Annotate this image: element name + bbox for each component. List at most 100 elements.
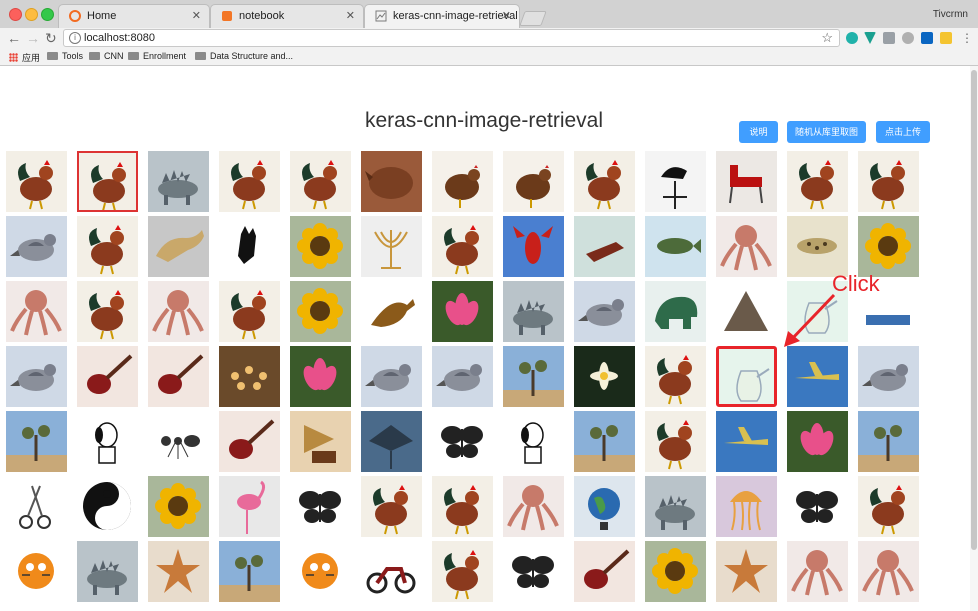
thumbnail-joshua-tree[interactable] bbox=[503, 346, 564, 407]
forward-arrow-icon[interactable]: → bbox=[26, 30, 40, 46]
thumbnail-stapler[interactable] bbox=[574, 216, 635, 277]
thumbnail-ant[interactable] bbox=[148, 411, 209, 472]
bookmark-apps[interactable]: 应用 bbox=[9, 51, 40, 64]
thumbnail-stegosaurus[interactable] bbox=[645, 476, 706, 537]
thumbnail-garfield[interactable] bbox=[6, 541, 67, 602]
thumbnail-guitar[interactable] bbox=[219, 411, 280, 472]
thumbnail-rooster[interactable] bbox=[6, 151, 67, 212]
thumbnail-glove[interactable] bbox=[219, 216, 280, 277]
thumbnail-starfish[interactable] bbox=[148, 541, 209, 602]
extension-link-icon[interactable] bbox=[902, 32, 914, 44]
extension-notes-icon[interactable] bbox=[940, 32, 952, 44]
tab-keras-cnn-image-retrieval[interactable]: keras-cnn-image-retrieval ✕ bbox=[364, 4, 520, 28]
thumbnail-motorbike[interactable] bbox=[361, 541, 422, 602]
menu-kebab-icon[interactable]: ⋮ bbox=[961, 30, 973, 46]
thumbnail-joshua-tree[interactable] bbox=[6, 411, 67, 472]
bookmark-star-icon[interactable]: ☆ bbox=[821, 30, 833, 46]
thumbnail-lobster[interactable] bbox=[503, 216, 564, 277]
thumbnail-sunflower[interactable] bbox=[148, 476, 209, 537]
thumbnail-rooster[interactable] bbox=[432, 541, 493, 602]
thumbnail-lotus[interactable] bbox=[290, 346, 351, 407]
thumbnail-airplane[interactable] bbox=[716, 411, 777, 472]
thumbnail-menorah[interactable] bbox=[361, 216, 422, 277]
thumbnail-guitar[interactable] bbox=[148, 346, 209, 407]
thumbnail-sunflower[interactable] bbox=[645, 541, 706, 602]
thumbnail-dinosaur[interactable] bbox=[361, 281, 422, 342]
minimize-window-button[interactable] bbox=[25, 8, 38, 21]
extension-grey-icon[interactable] bbox=[883, 32, 895, 44]
extension-vue-icon[interactable] bbox=[864, 32, 876, 44]
extension-circle-icon[interactable] bbox=[846, 32, 858, 44]
new-tab-button[interactable] bbox=[519, 11, 547, 26]
thumbnail-stegosaurus[interactable] bbox=[148, 151, 209, 212]
info-icon[interactable]: i bbox=[69, 32, 81, 44]
thumbnail-pigeon[interactable] bbox=[432, 346, 493, 407]
thumbnail-snoopy[interactable] bbox=[503, 411, 564, 472]
thumbnail-lotus[interactable] bbox=[432, 281, 493, 342]
profile-name[interactable]: Tivcrmn bbox=[933, 9, 968, 20]
thumbnail-hen[interactable] bbox=[503, 151, 564, 212]
thumbnail-sunflower[interactable] bbox=[858, 216, 919, 277]
back-arrow-icon[interactable]: ← bbox=[7, 30, 21, 46]
thumbnail-rooster[interactable] bbox=[645, 411, 706, 472]
close-window-button[interactable] bbox=[9, 8, 22, 21]
thumbnail-rooster[interactable] bbox=[290, 151, 351, 212]
thumbnail-water-lily[interactable] bbox=[574, 346, 635, 407]
thumbnail-rooster[interactable] bbox=[645, 346, 706, 407]
thumbnail-sunflower[interactable] bbox=[290, 216, 351, 277]
thumbnail-bass[interactable] bbox=[645, 216, 706, 277]
bookmark-cnn[interactable]: CNN bbox=[89, 51, 124, 61]
thumbnail-guitar[interactable] bbox=[77, 346, 138, 407]
thumbnail-pigeon[interactable] bbox=[361, 346, 422, 407]
close-tab-icon[interactable]: ✕ bbox=[502, 9, 511, 22]
thumbnail-octopus[interactable] bbox=[858, 541, 919, 602]
thumbnail-rooster[interactable] bbox=[219, 151, 280, 212]
thumbnail-cougar[interactable] bbox=[148, 216, 209, 277]
instructions-button[interactable]: 说明 bbox=[739, 121, 778, 143]
extension-linkedin-icon[interactable] bbox=[921, 32, 933, 44]
tab-home[interactable]: Home ✕ bbox=[58, 4, 210, 28]
thumbnail-pigeon[interactable] bbox=[6, 346, 67, 407]
reload-icon[interactable]: ↻ bbox=[45, 30, 57, 46]
thumbnail-scissors[interactable] bbox=[6, 476, 67, 537]
close-tab-icon[interactable]: ✕ bbox=[346, 9, 355, 22]
bookmark-enrollment[interactable]: Enrollment bbox=[128, 51, 186, 61]
thumbnail-garfield[interactable] bbox=[290, 541, 351, 602]
thumbnail-weathervane[interactable] bbox=[645, 151, 706, 212]
thumbnail-butterfly[interactable] bbox=[503, 541, 564, 602]
thumbnail-octopus[interactable] bbox=[787, 541, 848, 602]
thumbnail-rooster[interactable] bbox=[787, 151, 848, 212]
thumbnail-pyramid[interactable] bbox=[716, 281, 777, 342]
thumbnail-yin-yang[interactable] bbox=[77, 476, 138, 537]
thumbnail-pigeon[interactable] bbox=[574, 281, 635, 342]
thumbnail-rooster[interactable] bbox=[858, 151, 919, 212]
thumbnail-stegosaurus[interactable] bbox=[77, 541, 138, 602]
thumbnail-octopus[interactable] bbox=[716, 216, 777, 277]
thumbnail-stingray[interactable] bbox=[361, 411, 422, 472]
thumbnail-snoopy[interactable] bbox=[77, 411, 138, 472]
thumbnail-ewer[interactable] bbox=[716, 346, 777, 407]
thumbnail-guitar[interactable] bbox=[574, 541, 635, 602]
thumbnail-octopus[interactable] bbox=[503, 476, 564, 537]
thumbnail-chair[interactable] bbox=[716, 151, 777, 212]
thumbnail-rooster[interactable] bbox=[574, 151, 635, 212]
thumbnail-rhino[interactable] bbox=[361, 151, 422, 212]
thumbnail-butterfly[interactable] bbox=[787, 476, 848, 537]
thumbnail-leopard[interactable] bbox=[787, 216, 848, 277]
thumbnail-butterfly[interactable] bbox=[432, 411, 493, 472]
thumbnail-airplane[interactable] bbox=[787, 346, 848, 407]
address-bar[interactable]: i localhost:8080 ☆ bbox=[63, 29, 840, 47]
thumbnail-rooster[interactable] bbox=[432, 476, 493, 537]
thumbnail-jellyfish[interactable] bbox=[716, 476, 777, 537]
thumbnail-rooster[interactable] bbox=[432, 216, 493, 277]
thumbnail-gramophone[interactable] bbox=[290, 411, 351, 472]
url-text[interactable]: localhost:8080 bbox=[84, 32, 155, 44]
close-tab-icon[interactable]: ✕ bbox=[192, 9, 201, 22]
thumbnail-rooster[interactable] bbox=[361, 476, 422, 537]
scrollbar-thumb[interactable] bbox=[971, 70, 977, 550]
thumbnail-sunflower[interactable] bbox=[290, 281, 351, 342]
thumbnail-elephant[interactable] bbox=[645, 281, 706, 342]
thumbnail-chandelier[interactable] bbox=[219, 346, 280, 407]
tab-notebook[interactable]: notebook ✕ bbox=[210, 4, 364, 28]
thumbnail-pigeon[interactable] bbox=[6, 216, 67, 277]
